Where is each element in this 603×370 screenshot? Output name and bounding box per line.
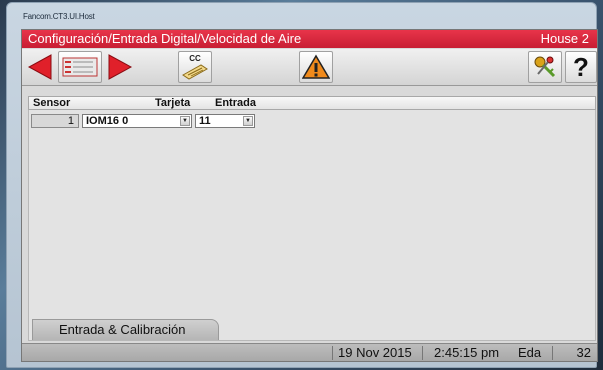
table-body: 1 IOM16 0 ▼ 11 ▼	[28, 110, 596, 341]
house-label: House 2	[540, 31, 589, 46]
calibration-card-icon	[182, 63, 208, 80]
sensor-number: 1	[31, 114, 79, 128]
status-bar: 19 Nov 2015 2:45:15 pm Eda 32	[22, 343, 597, 361]
forward-button[interactable]	[106, 51, 134, 83]
keys-button[interactable]	[528, 51, 562, 83]
page-title: Configuración/Entrada Digital/Velocidad …	[28, 31, 302, 46]
status-time: 2:45:15 pm	[434, 345, 500, 360]
table-header: Sensor Tarjeta Entrada	[28, 96, 596, 110]
status-divider	[332, 346, 333, 360]
window-title: Fancom.CT3.UI.Host	[23, 12, 95, 21]
column-sensor: Sensor	[33, 97, 71, 109]
entrada-value: 11	[199, 115, 211, 127]
chevron-down-icon[interactable]: ▼	[180, 116, 190, 126]
column-entrada: Entrada	[215, 97, 256, 109]
list-icon	[62, 57, 98, 77]
arrow-right-icon	[108, 54, 133, 80]
cc-label: CC	[189, 53, 201, 63]
status-divider	[422, 346, 423, 360]
status-number: 32	[576, 345, 591, 360]
calibration-card-button[interactable]: CC	[178, 51, 212, 83]
list-button[interactable]	[58, 51, 102, 83]
app-area: Configuración/Entrada Digital/Velocidad …	[21, 29, 598, 362]
toolbar: CC ?	[22, 49, 597, 86]
status-user: Eda	[518, 345, 542, 360]
arrow-left-icon	[27, 54, 52, 80]
warning-button[interactable]	[299, 51, 333, 83]
header-bar: Configuración/Entrada Digital/Velocidad …	[22, 30, 597, 48]
status-date: 19 Nov 2015	[338, 345, 412, 360]
warning-icon	[302, 54, 330, 79]
tab-entrada-calibracion[interactable]: Entrada & Calibración	[32, 319, 219, 340]
column-tarjeta: Tarjeta	[155, 97, 191, 109]
help-icon: ?	[573, 52, 589, 82]
keys-icon	[534, 56, 556, 78]
tarjeta-select[interactable]: IOM16 0 ▼	[82, 114, 192, 128]
status-divider	[552, 346, 553, 360]
help-button[interactable]: ?	[565, 51, 597, 83]
window-frame: Fancom.CT3.UI.Host Configuración/Entrada…	[6, 2, 598, 368]
entrada-select[interactable]: 11 ▼	[195, 114, 255, 128]
chevron-down-icon[interactable]: ▼	[243, 116, 253, 126]
tarjeta-value: IOM16 0	[86, 115, 129, 127]
back-button[interactable]	[26, 51, 54, 83]
